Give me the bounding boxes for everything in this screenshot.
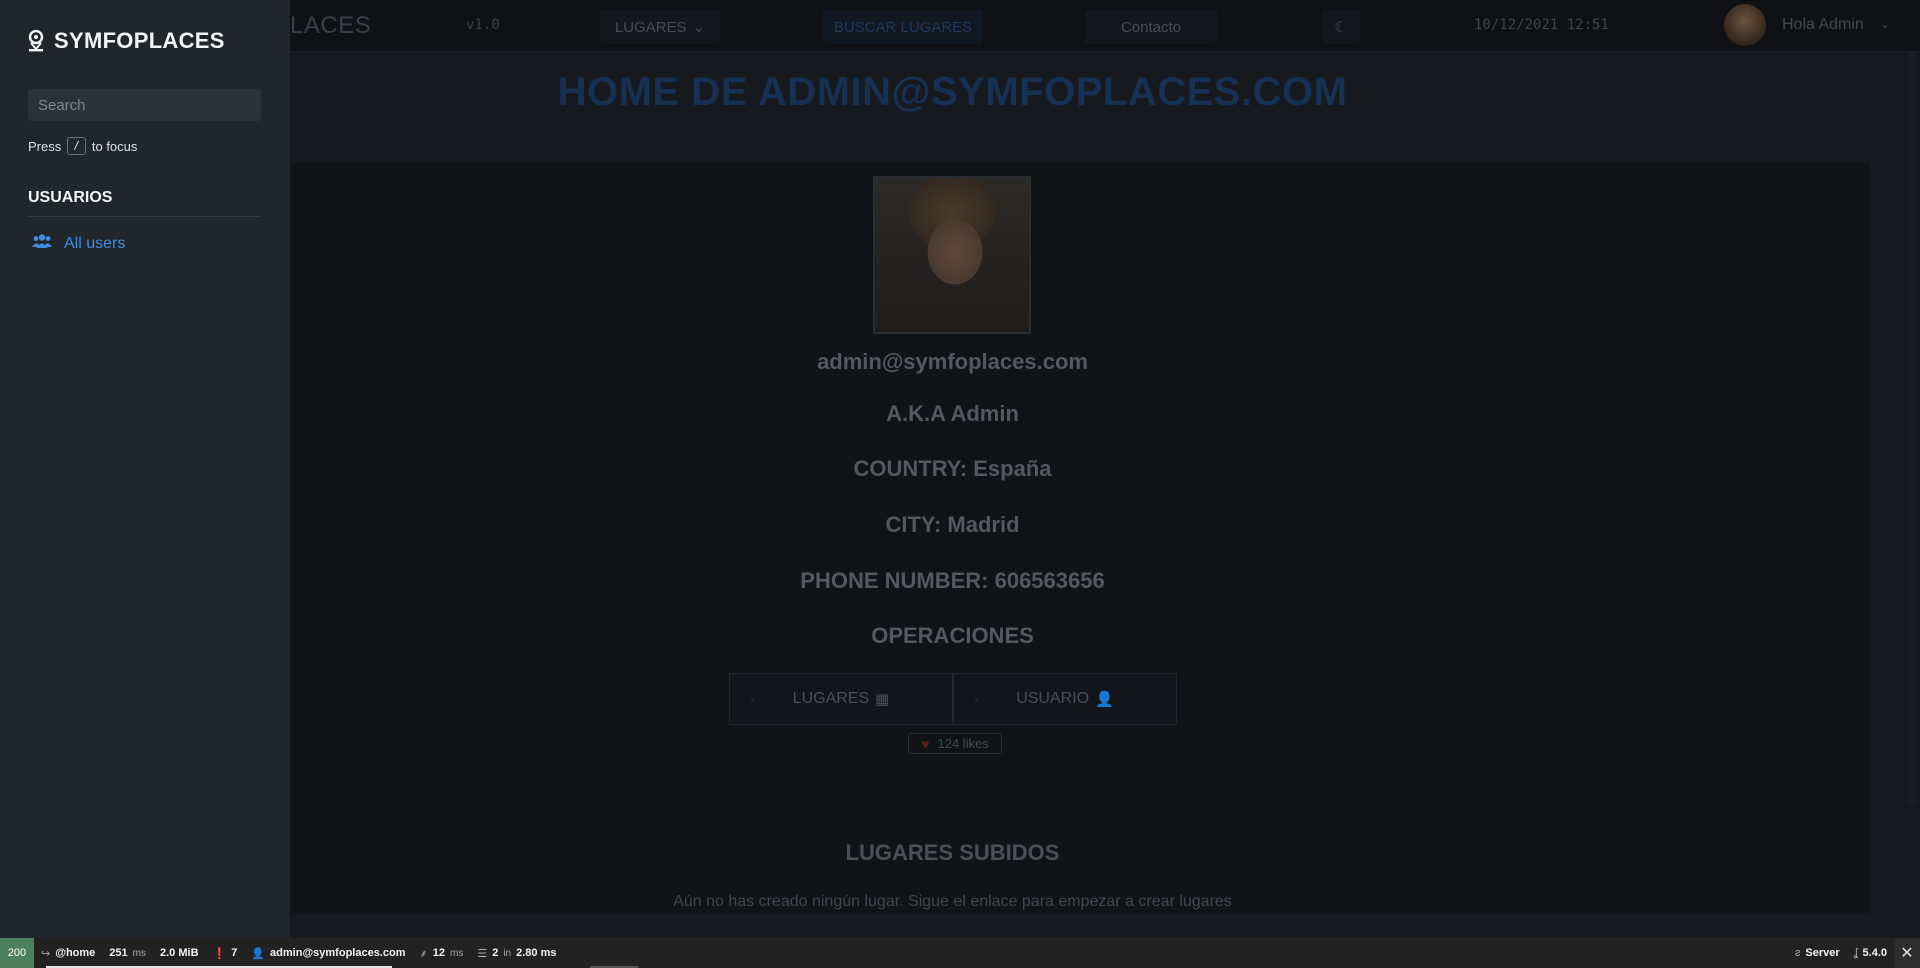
sidebar-section-usuarios: USUARIOS [28, 189, 113, 206]
memory-panel[interactable]: 2.0 MiB [153, 938, 206, 968]
time-unit: ms [132, 947, 146, 959]
status-code-badge[interactable]: 200 [0, 938, 34, 968]
film-icon: ▦ [875, 691, 890, 708]
likes-badge[interactable]: ♥ 124 likes [908, 733, 1002, 754]
symfony-server-icon: ƨ [1794, 947, 1801, 959]
redirect-arrow-icon: ↪ [41, 947, 51, 960]
chevron-down-icon[interactable]: ⌄ [1880, 17, 1890, 31]
lugares-dropdown-label: LUGARES [614, 18, 687, 36]
chevron-right-icon: › [974, 690, 979, 706]
authenticated-user: admin@symfoplaces.com [270, 947, 406, 959]
users-icon [32, 233, 52, 254]
map-pin-icon [28, 29, 44, 52]
buscar-lugares-label: BUSCAR LUGARES [833, 18, 973, 36]
current-datetime: 10/12/2021 12:51 [1474, 17, 1609, 33]
symfony-logo-icon: ʆ [1853, 947, 1858, 959]
twig-panel[interactable]: ⸙ 12 ms [412, 938, 470, 968]
twig-time: 12 [432, 947, 445, 959]
usuario-operation-button[interactable]: › USUARIO 👤 [953, 673, 1177, 725]
heart-icon: ♥ [921, 735, 930, 752]
user-greeting[interactable]: Hola Admin [1782, 16, 1864, 34]
db-queries: 2 [492, 947, 499, 959]
time-value: 251 [109, 947, 128, 959]
route-panel[interactable]: ↪ @home [34, 938, 102, 968]
user-avatar[interactable] [1724, 4, 1766, 46]
debug-toolbar-right: ƨ Server ʆ 5.4.0 ✕ [1788, 938, 1920, 968]
contacto-button[interactable]: Contacto [1085, 10, 1217, 44]
close-icon[interactable]: ✕ [1894, 938, 1920, 968]
app-version: v1.0 [466, 17, 500, 33]
sidebar-item-all-users[interactable]: All users [32, 233, 125, 254]
db-in: in [503, 947, 512, 959]
moon-icon: ☾ [1334, 19, 1348, 36]
navbar-brand[interactable]: LACES [290, 12, 371, 40]
theme-toggle-button[interactable]: ☾ [1322, 10, 1360, 44]
page-scrollbar[interactable] [1908, 52, 1916, 806]
symfony-debug-toolbar: 200 ↪ @home 251 ms 2.0 MiB ❗ 7 👤 admin@s… [0, 938, 1920, 968]
search-hint-key: / [67, 137, 86, 155]
lugares-operation-button[interactable]: › LUGARES ▦ [729, 673, 953, 725]
sidebar: SYMFOPLACES Press / to focus USUARIOS Al… [0, 0, 290, 938]
search-hint: Press / to focus [28, 137, 137, 155]
database-panel[interactable]: ☰ 2 in 2.80 ms [470, 938, 563, 968]
profile-photo [873, 176, 1031, 334]
server-label: Server [1805, 947, 1840, 959]
warning-icon: ❗ [212, 947, 227, 960]
db-time: 2.80 ms [516, 947, 557, 959]
sidebar-brand[interactable]: SYMFOPLACES [28, 28, 225, 54]
security-panel[interactable]: 👤 admin@symfoplaces.com [244, 938, 412, 968]
user-icon: 👤 [251, 947, 266, 960]
route-name: @home [55, 947, 96, 959]
time-panel[interactable]: 251 ms [102, 938, 153, 968]
content-panel [290, 163, 1870, 913]
sidebar-item-label: All users [64, 234, 126, 252]
lugares-operation-label: LUGARES [792, 690, 870, 707]
chevron-down-icon: ⌄ [692, 19, 706, 36]
symfony-version: 5.4.0 [1862, 947, 1887, 959]
memory-value: 2.0 MiB [160, 947, 199, 959]
chevron-right-icon: › [750, 690, 755, 706]
server-panel[interactable]: ƨ Server [1788, 938, 1847, 968]
logs-panel[interactable]: ❗ 7 [206, 938, 245, 968]
sidebar-brand-label: SYMFOPLACES [54, 28, 225, 53]
symfony-version-panel[interactable]: ʆ 5.4.0 [1847, 938, 1894, 968]
lugares-dropdown[interactable]: LUGARES ⌄ [600, 10, 720, 44]
user-icon: 👤 [1095, 691, 1114, 708]
twig-icon: ⸙ [419, 947, 428, 960]
database-icon: ☰ [477, 947, 488, 960]
sidebar-search-input[interactable] [28, 89, 261, 121]
search-hint-prefix: Press [28, 138, 62, 154]
twig-unit: ms [449, 947, 464, 959]
contacto-label: Contacto [1120, 18, 1182, 36]
logs-count: 7 [231, 947, 238, 959]
usuario-operation-label: USUARIO [1016, 690, 1090, 707]
sidebar-divider [28, 216, 261, 217]
search-hint-suffix: to focus [91, 138, 138, 154]
buscar-lugares-button[interactable]: BUSCAR LUGARES [823, 10, 983, 44]
likes-count: 124 likes [937, 736, 989, 751]
